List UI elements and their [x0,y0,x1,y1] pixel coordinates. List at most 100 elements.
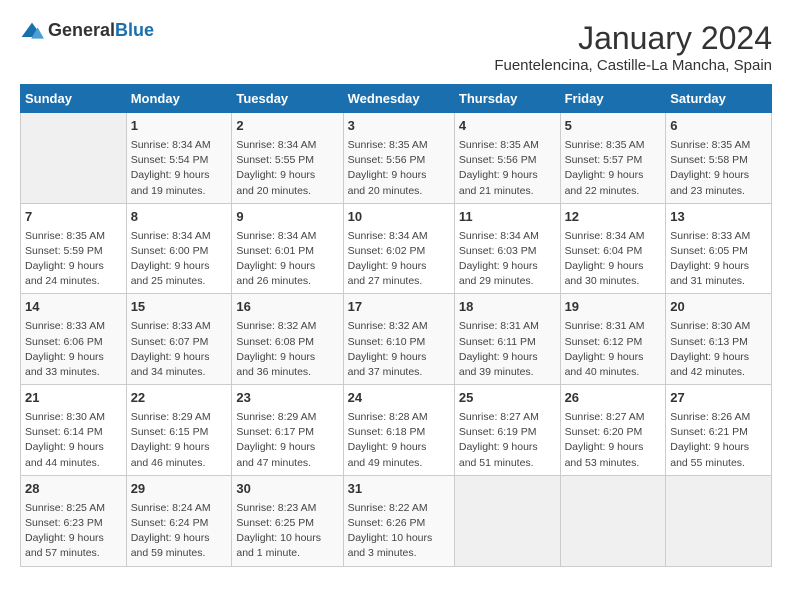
calendar-cell: 24 Sunrise: 8:28 AMSunset: 6:18 PMDayligh… [343,385,454,476]
day-info: Sunrise: 8:22 AMSunset: 6:26 PMDaylight:… [348,501,450,562]
calendar-cell: 20 Sunrise: 8:30 AMSunset: 6:13 PMDayligh… [666,294,772,385]
calendar-week-row: 1 Sunrise: 8:34 AMSunset: 5:54 PMDaylight… [21,113,772,204]
day-number: 5 [565,117,662,136]
day-info: Sunrise: 8:26 AMSunset: 6:21 PMDaylight:… [670,410,767,471]
header-monday: Monday [126,85,232,113]
day-number: 22 [131,389,228,408]
day-info: Sunrise: 8:25 AMSunset: 6:23 PMDaylight:… [25,501,122,562]
day-info: Sunrise: 8:28 AMSunset: 6:18 PMDaylight:… [348,410,450,471]
day-info: Sunrise: 8:32 AMSunset: 6:10 PMDaylight:… [348,319,450,380]
page-header: GeneralBlue January 2024 Fuentelencina, … [20,20,772,74]
day-info: Sunrise: 8:30 AMSunset: 6:14 PMDaylight:… [25,410,122,471]
header-tuesday: Tuesday [232,85,343,113]
location-title: Fuentelencina, Castille-La Mancha, Spain [494,57,772,74]
day-info: Sunrise: 8:27 AMSunset: 6:20 PMDaylight:… [565,410,662,471]
calendar-cell: 3 Sunrise: 8:35 AMSunset: 5:56 PMDaylight… [343,113,454,204]
day-number: 30 [236,480,338,499]
day-number: 24 [348,389,450,408]
day-number: 8 [131,208,228,227]
day-number: 17 [348,298,450,317]
calendar-cell: 26 Sunrise: 8:27 AMSunset: 6:20 PMDayligh… [560,385,666,476]
day-number: 13 [670,208,767,227]
calendar-cell [21,113,127,204]
calendar-cell: 9Sunrise: 8:34 AMSunset: 6:01 PMDaylight… [232,203,343,294]
calendar-cell: 21 Sunrise: 8:30 AMSunset: 6:14 PMDayligh… [21,385,127,476]
day-info: Sunrise: 8:33 AMSunset: 6:05 PMDaylight:… [670,229,767,290]
day-info: Sunrise: 8:27 AMSunset: 6:19 PMDaylight:… [459,410,556,471]
day-info: Sunrise: 8:33 AMSunset: 6:07 PMDaylight:… [131,319,228,380]
header-friday: Friday [560,85,666,113]
day-info: Sunrise: 8:34 AMSunset: 6:02 PMDaylight:… [348,229,450,290]
day-info: Sunrise: 8:23 AMSunset: 6:25 PMDaylight:… [236,501,338,562]
calendar-week-row: 7Sunrise: 8:35 AMSunset: 5:59 PMDaylight… [21,203,772,294]
calendar-week-row: 14 Sunrise: 8:33 AMSunset: 6:06 PMDayligh… [21,294,772,385]
day-number: 20 [670,298,767,317]
calendar-cell: 31 Sunrise: 8:22 AMSunset: 6:26 PMDayligh… [343,475,454,566]
calendar-cell: 7Sunrise: 8:35 AMSunset: 5:59 PMDaylight… [21,203,127,294]
header-sunday: Sunday [21,85,127,113]
calendar-cell [454,475,560,566]
calendar-table: SundayMondayTuesdayWednesdayThursdayFrid… [20,84,772,567]
day-info: Sunrise: 8:31 AMSunset: 6:11 PMDaylight:… [459,319,556,380]
day-number: 6 [670,117,767,136]
calendar-cell: 14 Sunrise: 8:33 AMSunset: 6:06 PMDayligh… [21,294,127,385]
calendar-cell: 30 Sunrise: 8:23 AMSunset: 6:25 PMDayligh… [232,475,343,566]
calendar-cell: 1 Sunrise: 8:34 AMSunset: 5:54 PMDaylight… [126,113,232,204]
day-number: 11 [459,208,556,227]
day-number: 1 [131,117,228,136]
month-title: January 2024 [494,20,772,57]
day-number: 23 [236,389,338,408]
calendar-cell: 23 Sunrise: 8:29 AMSunset: 6:17 PMDayligh… [232,385,343,476]
day-info: Sunrise: 8:33 AMSunset: 6:06 PMDaylight:… [25,319,122,380]
day-info: Sunrise: 8:31 AMSunset: 6:12 PMDaylight:… [565,319,662,380]
day-info: Sunrise: 8:24 AMSunset: 6:24 PMDaylight:… [131,501,228,562]
day-number: 21 [25,389,122,408]
calendar-cell [666,475,772,566]
calendar-cell: 12Sunrise: 8:34 AMSunset: 6:04 PMDayligh… [560,203,666,294]
title-area: January 2024 Fuentelencina, Castille-La … [494,20,772,74]
day-number: 9 [236,208,338,227]
calendar-cell: 5 Sunrise: 8:35 AMSunset: 5:57 PMDaylight… [560,113,666,204]
day-number: 31 [348,480,450,499]
day-number: 26 [565,389,662,408]
day-number: 14 [25,298,122,317]
calendar-cell: 22 Sunrise: 8:29 AMSunset: 6:15 PMDayligh… [126,385,232,476]
calendar-cell: 10Sunrise: 8:34 AMSunset: 6:02 PMDayligh… [343,203,454,294]
calendar-header-row: SundayMondayTuesdayWednesdayThursdayFrid… [21,85,772,113]
calendar-cell: 27 Sunrise: 8:26 AMSunset: 6:21 PMDayligh… [666,385,772,476]
calendar-week-row: 21 Sunrise: 8:30 AMSunset: 6:14 PMDayligh… [21,385,772,476]
calendar-cell: 13 Sunrise: 8:33 AMSunset: 6:05 PMDayligh… [666,203,772,294]
day-number: 18 [459,298,556,317]
logo-blue: Blue [115,20,154,40]
day-info: Sunrise: 8:29 AMSunset: 6:15 PMDaylight:… [131,410,228,471]
day-number: 4 [459,117,556,136]
header-saturday: Saturday [666,85,772,113]
calendar-cell: 19 Sunrise: 8:31 AMSunset: 6:12 PMDayligh… [560,294,666,385]
calendar-cell: 25 Sunrise: 8:27 AMSunset: 6:19 PMDayligh… [454,385,560,476]
calendar-cell: 4Sunrise: 8:35 AMSunset: 5:56 PMDaylight… [454,113,560,204]
day-info: Sunrise: 8:35 AMSunset: 5:58 PMDaylight:… [670,138,767,199]
day-info: Sunrise: 8:29 AMSunset: 6:17 PMDaylight:… [236,410,338,471]
day-number: 27 [670,389,767,408]
day-number: 25 [459,389,556,408]
calendar-cell: 29 Sunrise: 8:24 AMSunset: 6:24 PMDayligh… [126,475,232,566]
day-number: 19 [565,298,662,317]
day-number: 28 [25,480,122,499]
day-info: Sunrise: 8:34 AMSunset: 6:00 PMDaylight:… [131,229,228,290]
calendar-cell: 2Sunrise: 8:34 AMSunset: 5:55 PMDaylight… [232,113,343,204]
day-info: Sunrise: 8:30 AMSunset: 6:13 PMDaylight:… [670,319,767,380]
calendar-cell [560,475,666,566]
day-number: 29 [131,480,228,499]
day-number: 3 [348,117,450,136]
header-wednesday: Wednesday [343,85,454,113]
day-number: 7 [25,208,122,227]
day-info: Sunrise: 8:35 AMSunset: 5:57 PMDaylight:… [565,138,662,199]
calendar-week-row: 28 Sunrise: 8:25 AMSunset: 6:23 PMDayligh… [21,475,772,566]
calendar-cell: 11Sunrise: 8:34 AMSunset: 6:03 PMDayligh… [454,203,560,294]
day-number: 2 [236,117,338,136]
day-info: Sunrise: 8:35 AMSunset: 5:56 PMDaylight:… [348,138,450,199]
calendar-cell: 15Sunrise: 8:33 AMSunset: 6:07 PMDayligh… [126,294,232,385]
calendar-cell: 28 Sunrise: 8:25 AMSunset: 6:23 PMDayligh… [21,475,127,566]
day-info: Sunrise: 8:34 AMSunset: 5:54 PMDaylight:… [131,138,228,199]
calendar-cell: 17 Sunrise: 8:32 AMSunset: 6:10 PMDayligh… [343,294,454,385]
